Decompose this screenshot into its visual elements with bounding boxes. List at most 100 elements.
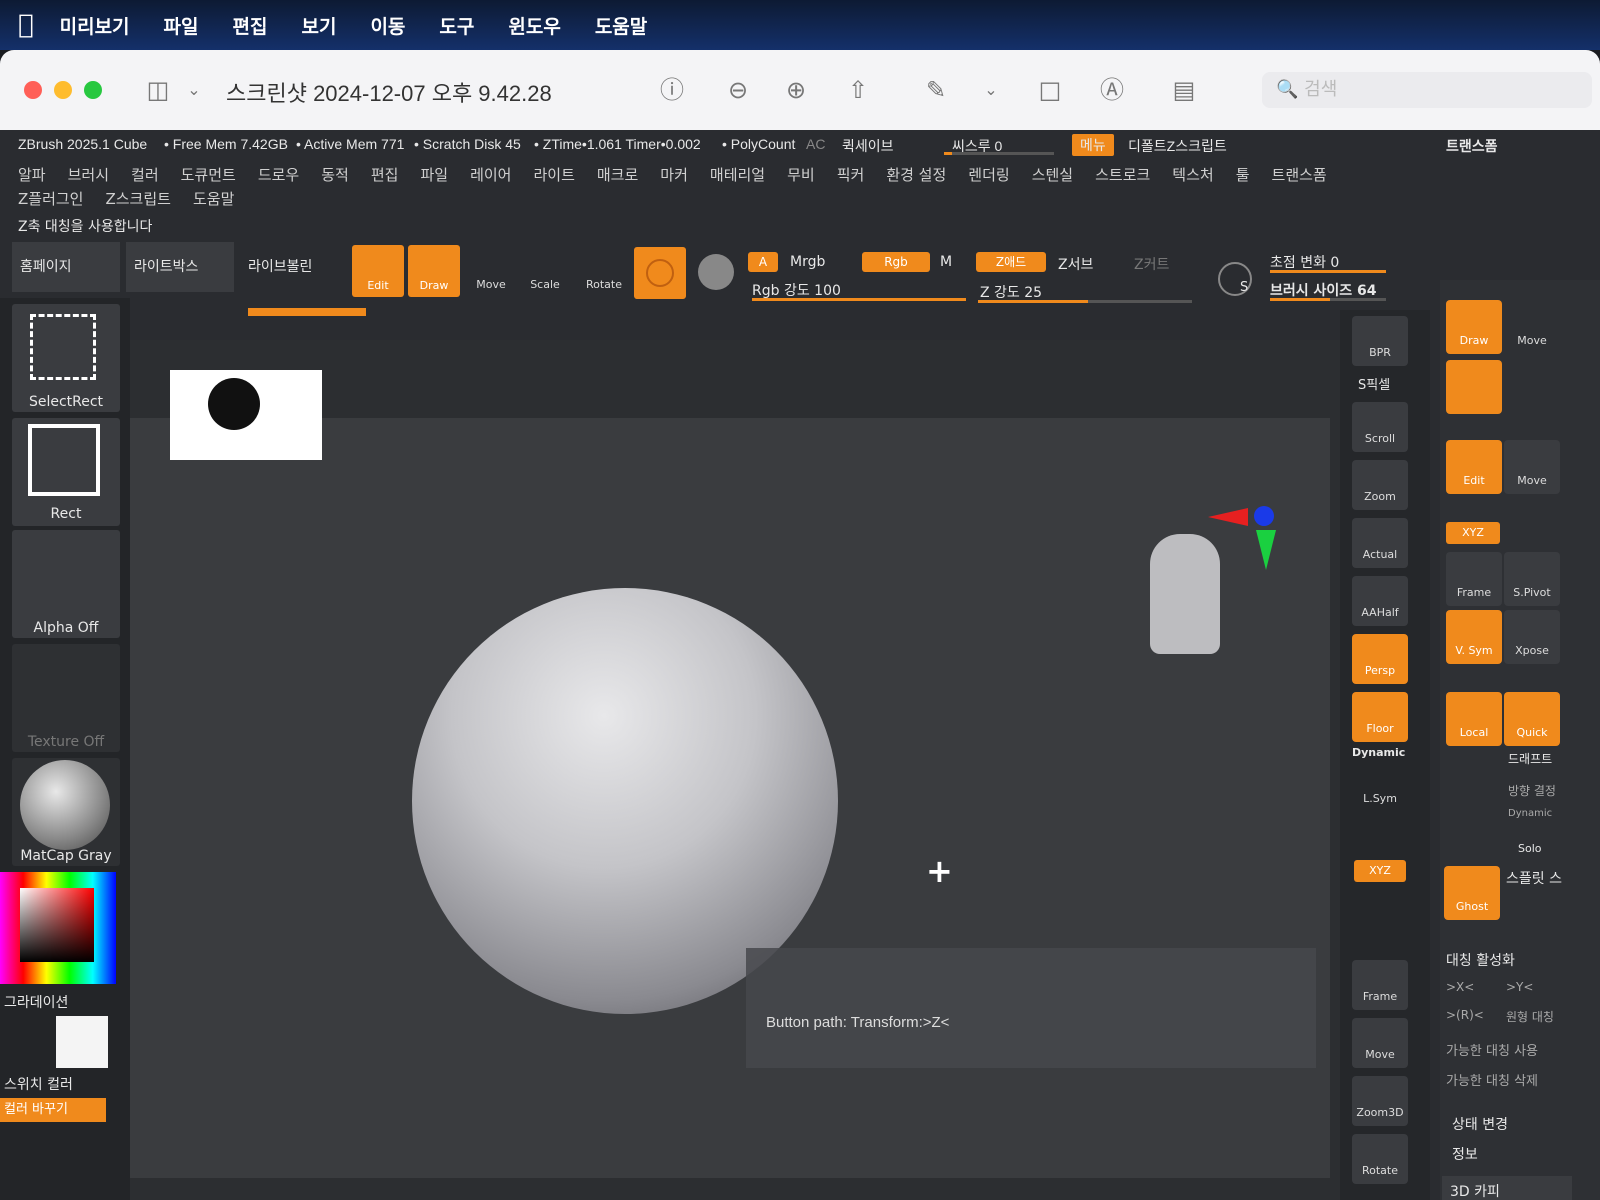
tp-material-button[interactable] <box>1446 360 1502 414</box>
y-axis-arrow[interactable] <box>1256 530 1276 570</box>
tp-edit-button[interactable]: Edit <box>1446 440 1502 494</box>
transform-palette-title[interactable]: 트랜스폼 <box>1446 136 1498 156</box>
m-toggle[interactable]: M <box>940 254 952 270</box>
menu-preferences[interactable]: 환경 설정 <box>886 166 946 184</box>
tp-spivot-button[interactable]: S.Pivot <box>1504 552 1560 606</box>
tp-solo-button[interactable]: Solo <box>1518 842 1542 855</box>
menu-draw[interactable]: 드로우 <box>258 166 299 184</box>
rgb-intensity-slider[interactable] <box>752 298 966 301</box>
apple-icon[interactable]:  <box>18 10 34 40</box>
menu-window[interactable]: 윈도우 <box>508 12 560 39</box>
zoom-button[interactable] <box>84 81 102 99</box>
tp-avail-sym-button[interactable]: 가능한 대칭 사용 <box>1446 1040 1538 1059</box>
tp-info[interactable]: 정보 <box>1452 1144 1478 1164</box>
edit-button[interactable]: Edit <box>352 245 404 297</box>
menu-help-zb[interactable]: 도움말 <box>193 190 234 208</box>
menu-zscript[interactable]: Z스크립트 <box>105 190 170 208</box>
menu-file[interactable]: 파일 <box>164 12 199 39</box>
tp-move-button[interactable]: Move <box>1504 300 1560 354</box>
search-input[interactable]: 🔍 검색 <box>1262 72 1592 108</box>
tp-move2-button[interactable]: Move <box>1504 440 1560 494</box>
tp-draft-label[interactable]: 드래프트 <box>1508 750 1552 767</box>
zoom3d-button[interactable]: Zoom3D <box>1352 1076 1408 1126</box>
zcut-toggle[interactable]: Z커트 <box>1134 254 1169 274</box>
brush-size-slider[interactable] <box>1270 298 1386 301</box>
menu-brush[interactable]: 브러시 <box>68 166 109 184</box>
secondary-color-swatch[interactable] <box>56 1016 108 1068</box>
menu-go[interactable]: 이동 <box>370 12 405 39</box>
menu-zplugin[interactable]: Z플러그인 <box>18 190 83 208</box>
tab-lightbox[interactable]: 라이트박스 <box>126 242 234 292</box>
menu-color[interactable]: 컬러 <box>131 166 159 184</box>
zadd-toggle[interactable]: Z애드 <box>976 252 1046 272</box>
z-intensity-slider[interactable] <box>978 300 1192 303</box>
document-canvas[interactable]: + Button path: Transform:>Z< <box>130 340 1340 1200</box>
menu-movie[interactable]: 무비 <box>787 166 815 184</box>
markup-chevron-icon[interactable]: ⌄ <box>975 74 1007 106</box>
color-square[interactable] <box>20 888 94 962</box>
menu-stencil[interactable]: 스텐실 <box>1032 166 1073 184</box>
menu-light[interactable]: 라이트 <box>533 166 574 184</box>
change-color-button[interactable]: 컬러 바꾸기 <box>0 1098 106 1122</box>
head-gizmo[interactable] <box>1150 534 1220 654</box>
menu-tools[interactable]: 도구 <box>439 12 474 39</box>
menu-document[interactable]: 도큐먼트 <box>181 166 236 184</box>
markup-pen-icon[interactable]: ✎ <box>920 74 952 106</box>
menu-help[interactable]: 도움말 <box>595 12 647 39</box>
form-fill-icon[interactable]: ▤ <box>1168 74 1200 106</box>
tp-split-label[interactable]: 스플릿 스 <box>1506 868 1562 888</box>
mrgb-toggle[interactable]: Mrgb <box>790 254 825 270</box>
material-button[interactable] <box>634 247 686 299</box>
scale-button[interactable]: Scale <box>520 254 570 291</box>
annotate-icon[interactable]: Ⓐ <box>1096 74 1128 106</box>
tp-dir-label[interactable]: 방향 결정 <box>1508 782 1556 799</box>
rgb-toggle[interactable]: Rgb <box>862 252 930 272</box>
menu-preview[interactable]: 미리보기 <box>60 12 130 39</box>
move-button[interactable]: Move <box>466 254 516 291</box>
xyz-rotate-toggle[interactable]: XYZ <box>1354 860 1406 882</box>
tp-xyz-toggle[interactable]: XYZ <box>1446 522 1500 544</box>
menu-macro[interactable]: 매크로 <box>597 166 638 184</box>
persp-button[interactable]: Persp <box>1352 634 1408 684</box>
menu-picker[interactable]: 픽커 <box>837 166 865 184</box>
menu-transform[interactable]: 트랜스폼 <box>1272 166 1327 184</box>
zsub-toggle[interactable]: Z서브 <box>1058 254 1093 274</box>
sidebar-icon[interactable]: ◫ <box>142 74 174 106</box>
menu-render[interactable]: 렌더링 <box>968 166 1009 184</box>
tp-draw-button[interactable]: Draw <box>1446 300 1502 354</box>
menu-edit[interactable]: 편집 <box>233 12 268 39</box>
frame-button[interactable]: Frame <box>1352 960 1408 1010</box>
rotate-canvas-button[interactable]: Rotate <box>1352 1134 1408 1184</box>
color-picker[interactable] <box>0 872 116 984</box>
menu-material[interactable]: 매테리얼 <box>710 166 765 184</box>
default-zscript-button[interactable]: 디폴트Z스크립트 <box>1128 136 1227 156</box>
menu-view[interactable]: 보기 <box>301 12 336 39</box>
stroke-swirl-icon[interactable] <box>698 254 734 290</box>
tab-homepage[interactable]: 홈페이지 <box>12 242 120 292</box>
rotate-icon[interactable]: □ <box>1034 74 1066 106</box>
zoom-in-icon[interactable]: ⊕ <box>780 74 812 106</box>
navigator-thumbnail[interactable] <box>170 370 322 460</box>
tp-xpose-button[interactable]: Xpose <box>1504 610 1560 664</box>
seethrough-track[interactable] <box>944 152 1054 155</box>
scroll-button[interactable]: Scroll <box>1352 402 1408 452</box>
menu-file-zb[interactable]: 파일 <box>420 166 448 184</box>
tp-frame-button[interactable]: Frame <box>1446 552 1502 606</box>
menu-alpha[interactable]: 알파 <box>18 166 46 184</box>
rotate-button[interactable]: Rotate <box>576 254 632 291</box>
menus-button[interactable]: 메뉴 <box>1072 134 1114 156</box>
switch-color-label[interactable]: 스위치 컬러 <box>4 1074 73 1094</box>
floor-button[interactable]: Floor <box>1352 692 1408 742</box>
aahalf-button[interactable]: AAHalf <box>1352 576 1408 626</box>
tp-del-sym-button[interactable]: 가능한 대칭 삭제 <box>1446 1070 1538 1089</box>
draw-button[interactable]: Draw <box>408 245 460 297</box>
menu-dynamics[interactable]: 동적 <box>321 166 349 184</box>
x-axis-arrow[interactable] <box>1208 508 1248 526</box>
menu-marker[interactable]: 마커 <box>660 166 688 184</box>
tp-ghost-button[interactable]: Ghost <box>1444 866 1500 920</box>
zoom-out-icon[interactable]: ⊖ <box>722 74 754 106</box>
tp-copy3d-button[interactable]: 3D 카피 <box>1442 1176 1572 1200</box>
tp-state-change[interactable]: 상태 변경 <box>1452 1114 1508 1134</box>
move-canvas-button[interactable]: Move <box>1352 1018 1408 1068</box>
lsym-button[interactable]: L.Sym <box>1352 762 1408 812</box>
